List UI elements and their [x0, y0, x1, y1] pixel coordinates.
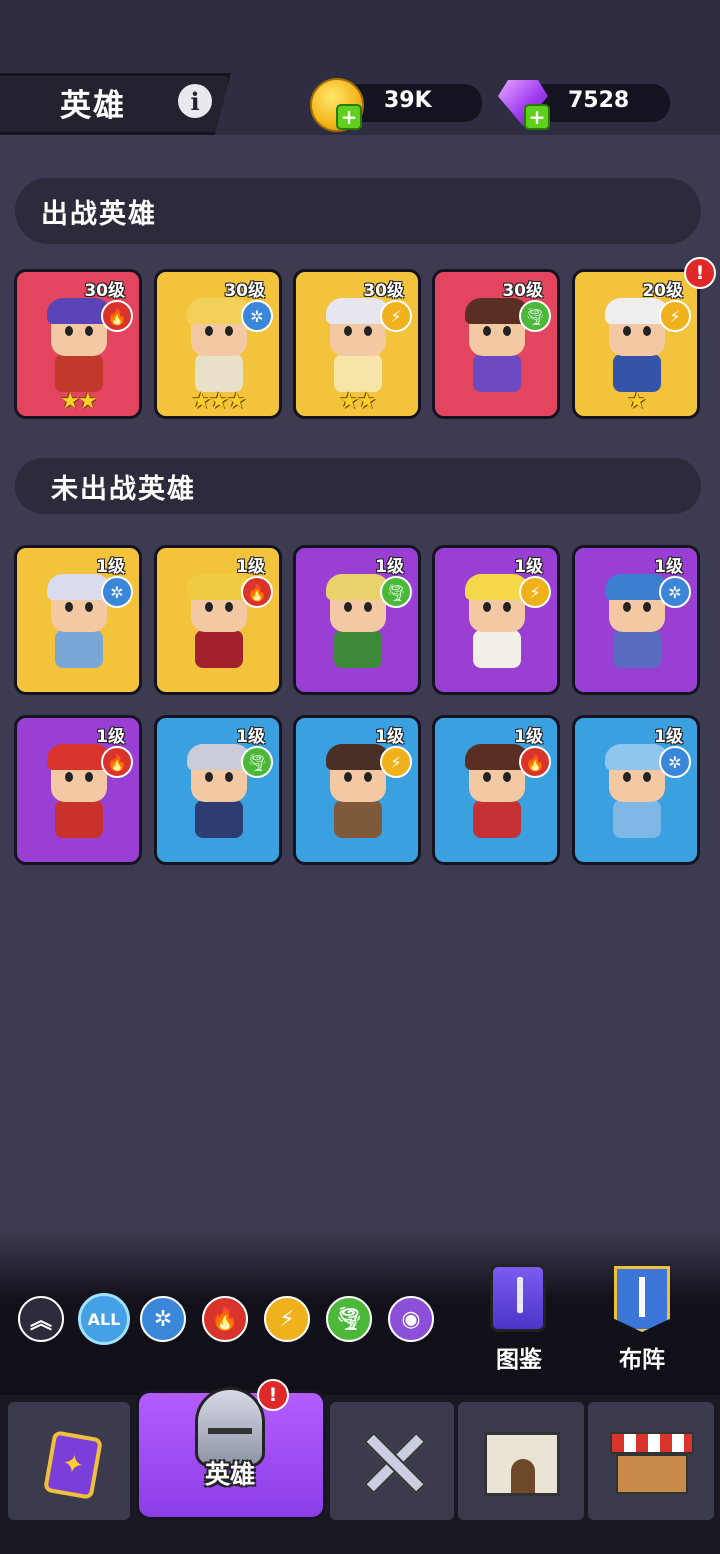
ice-icon: ✲	[659, 576, 691, 608]
banner-icon	[614, 1266, 670, 1332]
hero-card[interactable]: 1级 🌪	[293, 545, 421, 695]
hero-level: 1级	[236, 557, 265, 577]
star-rating: ★★	[60, 389, 97, 414]
lightning-icon: ⚡	[380, 746, 412, 778]
hero-level: 1级	[654, 727, 683, 747]
hero-level: 1级	[96, 557, 125, 577]
star-rating: ★★	[339, 389, 376, 414]
undeployed-section-title: 未出战英雄	[51, 474, 196, 505]
add-coins-button[interactable]: +	[336, 104, 362, 130]
hero-card[interactable]: 30级 ⚡ ★★	[293, 269, 421, 419]
tab-heroes-label: 英雄	[205, 1460, 256, 1489]
castle-icon	[484, 1432, 560, 1496]
tab-castle[interactable]	[458, 1402, 584, 1520]
ice-icon: ✲	[241, 300, 273, 332]
wind-icon: 🌪	[380, 576, 412, 608]
codex-label: 图鉴	[496, 1347, 542, 1373]
hero-card[interactable]: 20级 ⚡ ★	[572, 269, 700, 419]
book-icon	[490, 1264, 546, 1332]
hero-card[interactable]: 1级 ✲	[14, 545, 142, 695]
hero-card[interactable]: 1级 ✲	[572, 545, 700, 695]
filter-collapse-icon[interactable]: ︽	[18, 1296, 64, 1342]
hero-level: 1级	[654, 557, 683, 577]
hero-card[interactable]: 1级 🔥	[14, 715, 142, 865]
hero-card[interactable]: 1级 🔥	[432, 715, 560, 865]
star-rating: ★★★	[191, 389, 246, 414]
filter-fire-icon[interactable]: 🔥	[202, 1296, 248, 1342]
gem-amount: 7528	[568, 88, 630, 113]
hero-level: 20级	[642, 281, 683, 301]
deployed-section-title: 出战英雄	[41, 199, 157, 230]
hero-level: 30级	[502, 281, 543, 301]
fire-icon: 🔥	[101, 300, 133, 332]
hero-level: 1级	[96, 727, 125, 747]
hero-card[interactable]: 1级 ✲	[572, 715, 700, 865]
hero-alert-badge: !	[684, 257, 716, 289]
hero-level: 1级	[236, 727, 265, 747]
hero-card[interactable]: 30级 🔥 ★★	[14, 269, 142, 419]
tab-battle[interactable]	[330, 1402, 454, 1520]
fire-icon: 🔥	[101, 746, 133, 778]
hero-card[interactable]: 1级 ⚡	[293, 715, 421, 865]
tab-cards[interactable]: ✦	[8, 1402, 130, 1520]
filter-wind-icon[interactable]: 🌪	[326, 1296, 372, 1342]
star-rating: ★	[627, 389, 647, 414]
filter-light-icon[interactable]: ◉	[388, 1296, 434, 1342]
coin-amount: 39K	[384, 88, 432, 113]
formation-button[interactable]: 布阵	[600, 1262, 684, 1373]
hero-card[interactable]: 1级 🌪	[154, 715, 282, 865]
hero-level: 1级	[514, 727, 543, 747]
filter-all[interactable]: ALL	[78, 1293, 130, 1345]
tab-shop[interactable]	[588, 1402, 714, 1520]
card-icon: ✦	[42, 1430, 104, 1500]
tab-heroes[interactable]: ! 英雄	[136, 1379, 326, 1520]
formation-label: 布阵	[619, 1347, 665, 1373]
filter-lightning-icon[interactable]: ⚡	[264, 1296, 310, 1342]
wind-icon: 🌪	[241, 746, 273, 778]
shop-icon	[610, 1432, 694, 1496]
hero-card[interactable]: 30级 🌪	[432, 269, 560, 419]
page-title: 英雄	[60, 88, 126, 124]
wind-icon: 🌪	[519, 300, 551, 332]
hero-card[interactable]: 30级 ✲ ★★★	[154, 269, 282, 419]
filter-ice-icon[interactable]: ✲	[140, 1296, 186, 1342]
add-gems-button[interactable]: +	[524, 104, 550, 130]
hero-level: 30级	[224, 281, 265, 301]
undeployed-section-header: 未出战英雄	[15, 458, 701, 514]
lightning-icon: ⚡	[519, 576, 551, 608]
info-icon[interactable]: i	[178, 84, 212, 118]
crossed-swords-icon	[358, 1426, 428, 1496]
ice-icon: ✲	[659, 746, 691, 778]
deployed-section-header: 出战英雄	[15, 178, 701, 244]
heroes-alert-badge: !	[257, 1379, 289, 1411]
hero-level: 30级	[84, 281, 125, 301]
hero-level: 30级	[363, 281, 404, 301]
fire-icon: 🔥	[519, 746, 551, 778]
lightning-icon: ⚡	[659, 300, 691, 332]
hero-card[interactable]: 1级 ⚡	[432, 545, 560, 695]
codex-button[interactable]: 图鉴	[484, 1262, 554, 1373]
fire-icon: 🔥	[241, 576, 273, 608]
hero-level: 1级	[375, 727, 404, 747]
ice-icon: ✲	[101, 576, 133, 608]
hero-level: 1级	[514, 557, 543, 577]
hero-card[interactable]: 1级 🔥	[154, 545, 282, 695]
lightning-icon: ⚡	[380, 300, 412, 332]
hero-level: 1级	[375, 557, 404, 577]
